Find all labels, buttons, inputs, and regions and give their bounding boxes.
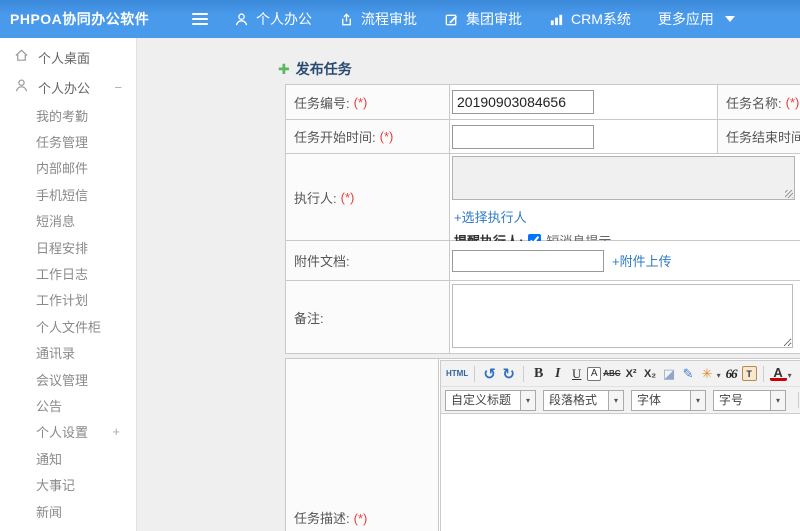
toolbar-separator <box>523 365 525 382</box>
subscript-icon[interactable]: X₂ <box>642 365 659 383</box>
topbar: PHPOA协同办公软件 个人办公 流程审批 集团审批 CRM系统 更多应用 <box>0 0 800 38</box>
attachment-label: 附件文档: <box>286 241 450 281</box>
paste-icon[interactable]: T <box>741 366 757 381</box>
executor-label: 执行人: (*) <box>286 154 450 241</box>
bar-chart-icon <box>549 12 564 27</box>
attachment-input[interactable] <box>452 249 604 272</box>
italic-icon[interactable]: I <box>549 365 566 383</box>
nav-crm-system[interactable]: CRM系统 <box>549 9 631 29</box>
sidebar-item-通讯录[interactable]: 通讯录 <box>0 340 136 366</box>
sidebar-item-任务管理[interactable]: 任务管理 <box>0 128 136 154</box>
attachment-upload-link[interactable]: +附件上传 <box>612 251 672 270</box>
expand-toggle-icon[interactable]: + <box>112 424 122 439</box>
sidebar-item-短消息[interactable]: 短消息 <box>0 208 136 234</box>
brush-icon[interactable]: ✎ <box>680 365 697 383</box>
caret-down-icon[interactable]: ▾ <box>771 389 786 411</box>
redo-icon[interactable]: ↻ <box>500 365 517 383</box>
task-number-input[interactable] <box>452 90 594 114</box>
executor-textarea[interactable] <box>452 156 795 200</box>
caret-down-icon[interactable]: ▾ <box>609 389 624 411</box>
undo-icon[interactable]: ↺ <box>481 365 498 383</box>
remark-label: 备注: <box>286 281 450 354</box>
quote-icon[interactable]: 66 <box>723 365 740 383</box>
sidebar-item-工作日志[interactable]: 工作日志 <box>0 260 136 286</box>
person-icon <box>14 78 29 96</box>
sidebar-item-会议管理[interactable]: 会议管理 <box>0 366 136 392</box>
sidebar-item-个人办公[interactable]: 个人办公 − <box>0 72 136 102</box>
person-icon <box>234 12 249 27</box>
editor-toolbar-row2: 自定义标题 ▾ 段落格式 ▾ 字体 ▾ 字号 ▾ <box>441 387 800 414</box>
task-start-time-input[interactable] <box>452 124 594 149</box>
choose-executor-link[interactable]: +选择执行人 <box>454 210 527 225</box>
sidebar-item-我的考勤[interactable]: 我的考勤 <box>0 102 136 128</box>
underline-icon[interactable]: U <box>568 365 585 383</box>
sidebar-item-内部邮件[interactable]: 内部邮件 <box>0 155 136 181</box>
expand-toggle-icon[interactable]: − <box>114 80 122 95</box>
top-navigation: 个人办公 流程审批 集团审批 CRM系统 更多应用 <box>234 0 735 38</box>
sidebar-item-投票调查[interactable]: 投票调查 <box>0 524 136 531</box>
caret-down-icon[interactable]: ▾ <box>788 371 792 380</box>
sidebar-item-新闻[interactable]: 新闻 <box>0 498 136 524</box>
task-description-row: 任务描述: (*) HTML ↺ ↻ B I U A ABC X² X₂ ◪ ✎ ✳ ▾ 66 T A ▾ 自定义标… <box>285 358 800 531</box>
sidebar-item-手机短信[interactable]: 手机短信 <box>0 181 136 207</box>
editor-content-area[interactable] <box>441 414 800 531</box>
paragraph-format-select[interactable]: 段落格式 ▾ <box>543 389 624 411</box>
toolbar-separator <box>762 365 764 382</box>
strikethrough-icon[interactable]: ABC <box>603 365 620 383</box>
sidebar-item-公告[interactable]: 公告 <box>0 392 136 418</box>
remark-textarea[interactable] <box>452 284 793 348</box>
task-start-time-label: 任务开始时间: (*) <box>286 120 450 154</box>
home-icon <box>14 48 29 66</box>
custom-title-select[interactable]: 自定义标题 ▾ <box>445 389 536 411</box>
source-icon[interactable]: HTML <box>446 365 468 383</box>
task-name-label: 任务名称: (*) <box>718 85 800 120</box>
caret-down-icon[interactable]: ▾ <box>521 389 536 411</box>
sidebar-item-工作计划[interactable]: 工作计划 <box>0 287 136 313</box>
bold-icon[interactable]: B <box>530 365 547 383</box>
sidebar-item-大事记[interactable]: 大事记 <box>0 471 136 497</box>
task-end-time-label: 任务结束时间:(*) <box>718 120 800 154</box>
fontcolor-icon[interactable]: A <box>769 365 787 381</box>
caret-down-icon[interactable]: ▾ <box>691 389 706 411</box>
nav-group-approval[interactable]: 集团审批 <box>444 9 522 29</box>
sidebar: 个人桌面 个人办公 − 我的考勤 任务管理 内部邮件 手机短信 短消息 日程安排 工作日志 工作计划… <box>0 38 137 531</box>
sidebar-item-个人设置[interactable]: 个人设置 + <box>0 419 136 445</box>
font-size-select[interactable]: 字号 ▾ <box>713 389 786 411</box>
font-family-select[interactable]: 字体 ▾ <box>631 389 706 411</box>
sidebar-item-个人桌面[interactable]: 个人桌面 <box>0 42 136 72</box>
rich-text-editor: HTML ↺ ↻ B I U A ABC X² X₂ ◪ ✎ ✳ ▾ 66 T A ▾ 自定义标题 ▾ 段落格式 ▾ 字体… <box>440 360 800 531</box>
caret-down-icon <box>724 16 735 22</box>
superscript-icon[interactable]: X² <box>623 365 640 383</box>
nav-process-approval[interactable]: 流程审批 <box>339 9 417 29</box>
edit-square-icon <box>444 12 459 27</box>
task-description-label: 任务描述: (*) <box>286 359 439 531</box>
app-logo: PHPOA协同办公软件 <box>10 11 150 27</box>
publish-task-form: 任务编号:(*) 任务名称:(*) 任务开始时间:(*) 任务结束时间:(*) … <box>285 84 800 354</box>
add-plus-icon: ✚ <box>278 61 290 77</box>
toolbar-separator <box>474 365 476 382</box>
caret-down-icon[interactable]: ▾ <box>717 371 721 380</box>
task-number-label: 任务编号: (*) <box>286 85 450 120</box>
nav-personal-office[interactable]: 个人办公 <box>234 9 312 29</box>
eraser-icon[interactable]: ◪ <box>661 365 678 383</box>
sidebar-item-日程安排[interactable]: 日程安排 <box>0 234 136 260</box>
editor-toolbar-row1: HTML ↺ ↻ B I U A ABC X² X₂ ◪ ✎ ✳ ▾ 66 T A ▾ <box>441 361 800 387</box>
nav-more-apps[interactable]: 更多应用 <box>658 9 735 29</box>
menu-toggle-icon[interactable] <box>192 13 208 25</box>
font-name-icon[interactable]: A <box>587 366 602 381</box>
wand-icon[interactable]: ✳ <box>699 365 716 383</box>
share-up-icon <box>339 12 354 27</box>
sidebar-item-个人文件柜[interactable]: 个人文件柜 <box>0 313 136 339</box>
toolbar-separator <box>798 392 799 408</box>
page-title: ✚ 发布任务 <box>278 61 352 77</box>
sidebar-item-通知[interactable]: 通知 <box>0 445 136 471</box>
